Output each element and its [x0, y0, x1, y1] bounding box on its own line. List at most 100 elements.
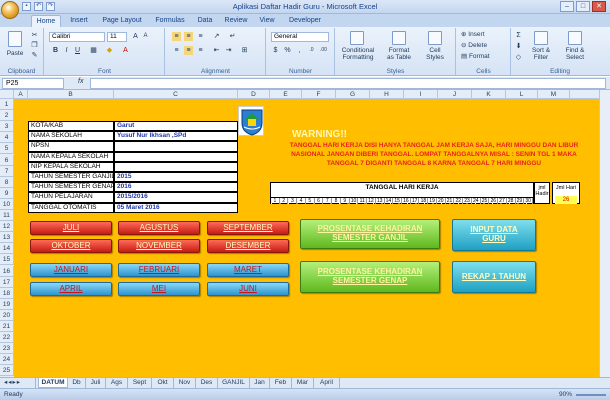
row-header[interactable]: 1: [0, 99, 14, 111]
align-left-icon[interactable]: ≡: [172, 46, 181, 55]
day-number[interactable]: 2: [280, 198, 289, 204]
month-button-juli[interactable]: JULI: [30, 221, 112, 235]
info-value[interactable]: 2016: [114, 182, 238, 193]
info-value[interactable]: 2015/2016: [114, 192, 238, 203]
month-button-desember[interactable]: DESEMBER: [207, 239, 289, 253]
day-number[interactable]: 17: [411, 198, 420, 204]
col-header[interactable]: H: [370, 90, 404, 99]
info-value[interactable]: 2015: [114, 172, 238, 183]
month-button-februari[interactable]: FEBRUARI: [118, 263, 200, 277]
day-number[interactable]: 26: [489, 198, 499, 204]
day-number[interactable]: 20: [437, 198, 446, 204]
redo-icon[interactable]: ↷: [46, 2, 55, 11]
day-number[interactable]: 18: [419, 198, 429, 204]
prosentase-genap-button[interactable]: PROSENTASE KEHADIRAN SEMESTER GENAP: [300, 261, 440, 293]
fill-icon[interactable]: ⬇: [514, 42, 523, 51]
month-button-maret[interactable]: MARET: [207, 263, 289, 277]
prosentase-ganjil-button[interactable]: PROSENTASE KEHADIRAN SEMESTER GANJIL: [300, 219, 440, 249]
tab-data[interactable]: Data: [193, 15, 217, 27]
col-header[interactable]: A: [14, 90, 28, 99]
undo-icon[interactable]: ↶: [34, 2, 43, 11]
align-middle-icon[interactable]: ≡: [184, 32, 193, 41]
row-header[interactable]: 7: [0, 165, 14, 177]
tab-insert[interactable]: Insert: [64, 15, 94, 27]
row-header[interactable]: 14: [0, 243, 14, 255]
select-all-corner[interactable]: [0, 90, 14, 99]
row-header[interactable]: 12: [0, 221, 14, 233]
decrease-decimal-icon[interactable]: .00: [319, 46, 328, 55]
month-button-april[interactable]: APRIL: [30, 282, 112, 296]
row-header[interactable]: 19: [0, 298, 14, 310]
col-header[interactable]: F: [302, 90, 336, 99]
cut-icon[interactable]: ✂: [30, 31, 39, 40]
decrease-indent-icon[interactable]: ⇤: [212, 46, 221, 55]
day-number[interactable]: 11: [358, 198, 368, 204]
col-header[interactable]: J: [438, 90, 472, 99]
row-header[interactable]: 16: [0, 265, 14, 277]
row-header[interactable]: 17: [0, 276, 14, 288]
day-number[interactable]: 13: [376, 198, 385, 204]
row-header[interactable]: 2: [0, 110, 14, 122]
col-header[interactable]: B: [28, 90, 114, 99]
day-number[interactable]: 24: [472, 198, 481, 204]
info-value[interactable]: Yusuf Nur Ikhsan ,SPd: [114, 131, 238, 142]
format-painter-icon[interactable]: ✎: [30, 51, 39, 60]
row-header[interactable]: 22: [0, 332, 14, 344]
info-value[interactable]: 05 Maret 2016: [114, 202, 238, 213]
sheet-tab[interactable]: Feb: [270, 378, 292, 388]
copy-icon[interactable]: ❐: [30, 41, 39, 50]
day-number[interactable]: 29: [516, 198, 525, 204]
col-header[interactable]: M: [538, 90, 570, 99]
formula-input[interactable]: [90, 78, 606, 89]
day-number[interactable]: 8: [332, 198, 341, 204]
day-number[interactable]: 1: [271, 198, 280, 204]
month-button-juni[interactable]: JUNI: [207, 282, 289, 296]
row-header[interactable]: 11: [0, 210, 14, 222]
info-value[interactable]: [114, 141, 238, 152]
row-header[interactable]: 9: [0, 187, 14, 199]
row-header[interactable]: 25: [0, 365, 14, 377]
zoom-level[interactable]: 90%: [559, 391, 572, 398]
tab-page-layout[interactable]: Page Layout: [97, 15, 147, 27]
increase-indent-icon[interactable]: ⇥: [224, 46, 233, 55]
increase-decimal-icon[interactable]: .0: [307, 46, 316, 55]
format-cells-button[interactable]: ▤ Format: [461, 53, 507, 60]
col-header[interactable]: K: [472, 90, 506, 99]
paste-icon[interactable]: [8, 31, 22, 47]
sheet-tab[interactable]: Db: [68, 378, 86, 388]
tab-view[interactable]: View: [255, 15, 279, 27]
cell-styles-icon[interactable]: [428, 31, 442, 45]
day-number[interactable]: 19: [428, 198, 437, 204]
font-color-icon[interactable]: A: [121, 46, 130, 55]
day-number[interactable]: 5: [306, 198, 315, 204]
italic-icon[interactable]: I: [62, 46, 71, 55]
find-select-button[interactable]: Find & Select: [560, 47, 590, 61]
month-button-oktober[interactable]: OKTOBER: [30, 239, 112, 253]
comma-icon[interactable]: ,: [295, 46, 304, 55]
month-button-september[interactable]: SEPTEMBER: [207, 221, 289, 235]
row-header[interactable]: 8: [0, 176, 14, 188]
row-header[interactable]: 18: [0, 287, 14, 299]
rekap-1-tahun-button[interactable]: REKAP 1 TAHUN: [452, 261, 536, 293]
day-number[interactable]: 7: [323, 198, 333, 204]
align-bottom-icon[interactable]: ≡: [196, 32, 205, 41]
align-center-icon[interactable]: ≡: [184, 46, 193, 55]
row-header[interactable]: 13: [0, 232, 14, 244]
fill-color-icon[interactable]: ◆: [105, 46, 114, 55]
tab-review[interactable]: Review: [220, 15, 252, 27]
sheet-tab[interactable]: Des: [196, 378, 218, 388]
maximize-button[interactable]: □: [576, 1, 590, 12]
sheet-tab[interactable]: April: [314, 378, 340, 388]
col-header-blank[interactable]: [570, 90, 600, 99]
sheet-tab[interactable]: Ags: [106, 378, 128, 388]
save-icon[interactable]: ▪: [22, 2, 31, 11]
autosum-icon[interactable]: Σ: [514, 31, 523, 40]
name-box[interactable]: P25: [2, 78, 64, 89]
sort-filter-button[interactable]: Sort & Filter: [526, 47, 556, 61]
row-header[interactable]: 5: [0, 143, 14, 155]
month-button-agustus[interactable]: AGUSTUS: [118, 221, 200, 235]
day-number[interactable]: 3: [288, 198, 298, 204]
col-header[interactable]: L: [506, 90, 538, 99]
day-number[interactable]: 22: [454, 198, 464, 204]
col-header[interactable]: E: [270, 90, 302, 99]
